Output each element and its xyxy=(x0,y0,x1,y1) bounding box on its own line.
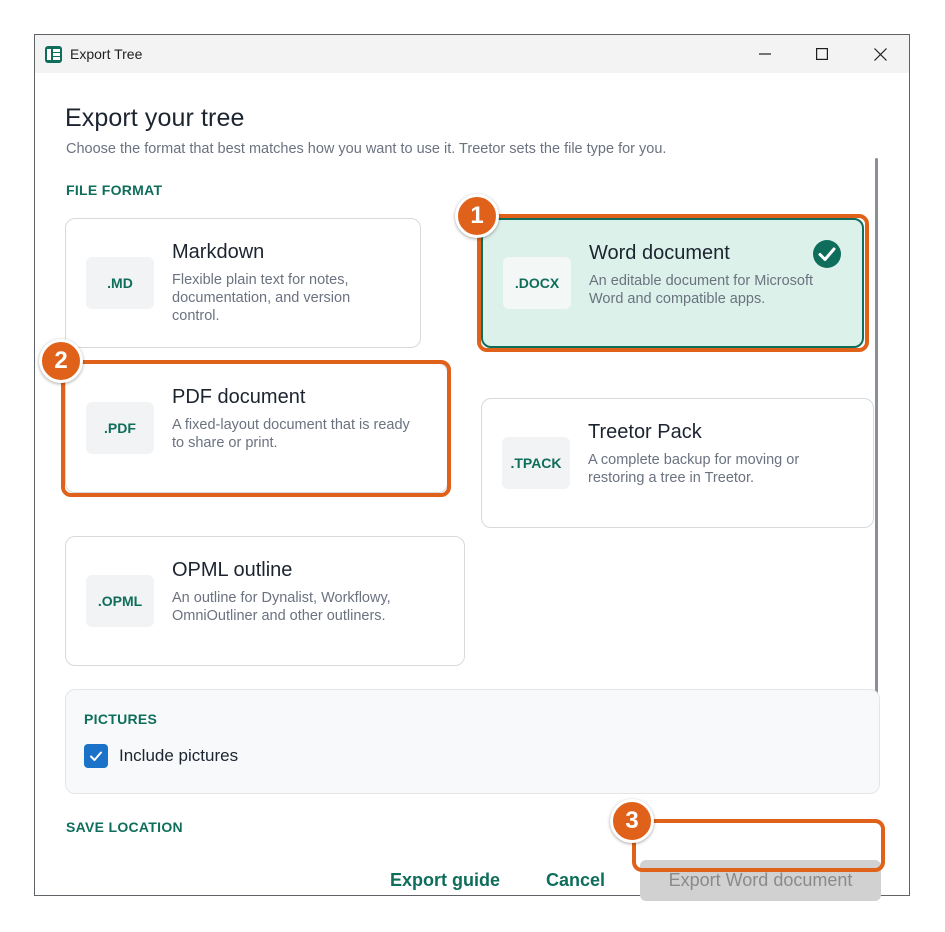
step-badge-1: 1 xyxy=(455,194,499,238)
format-description: Flexible plain text for notes, documenta… xyxy=(172,272,351,324)
maximize-button[interactable] xyxy=(799,35,845,73)
format-extension: .MD xyxy=(86,257,154,309)
step-badge-2: 2 xyxy=(39,339,83,383)
format-card-treetor-pack[interactable]: .TPACK Treetor Pack A complete backup fo… xyxy=(481,398,874,528)
page-subtitle: Choose the format that best matches how … xyxy=(66,141,667,157)
format-card-opml[interactable]: .OPML OPML outline An outline for Dynali… xyxy=(65,536,465,666)
pictures-label: PICTURES xyxy=(84,711,158,727)
format-card-markdown[interactable]: .MD Markdown Flexible plain text for not… xyxy=(65,218,421,348)
format-extension: .TPACK xyxy=(502,437,570,489)
page-title: Export your tree xyxy=(65,104,245,132)
minimize-button[interactable] xyxy=(742,35,788,73)
checkmark-icon xyxy=(90,751,102,761)
highlight-pdf-card xyxy=(61,360,451,497)
close-button[interactable] xyxy=(857,35,903,73)
format-description: A complete backup for moving or restorin… xyxy=(588,452,800,486)
pictures-section: PICTURES Include pictures xyxy=(65,689,880,794)
app-logo-icon xyxy=(45,46,62,63)
file-format-label: FILE FORMAT xyxy=(66,182,163,198)
maximize-icon xyxy=(816,48,828,60)
include-pictures-label[interactable]: Include pictures xyxy=(119,746,238,766)
close-icon xyxy=(873,47,887,61)
cancel-button[interactable]: Cancel xyxy=(546,870,605,891)
save-location-label: SAVE LOCATION xyxy=(66,819,183,835)
highlight-word-card xyxy=(477,214,869,352)
scrollbar[interactable] xyxy=(875,158,878,768)
highlight-export-button xyxy=(632,819,885,872)
step-badge-3: 3 xyxy=(610,799,654,843)
export-guide-button[interactable]: Export guide xyxy=(390,870,500,891)
format-extension: .OPML xyxy=(86,575,154,627)
format-title: Treetor Pack xyxy=(588,421,702,443)
title-bar[interactable]: Export Tree xyxy=(35,35,909,73)
format-title: Markdown xyxy=(172,241,265,263)
format-description: An outline for Dynalist, Workflowy, Omni… xyxy=(172,590,391,624)
window-title: Export Tree xyxy=(70,46,143,62)
format-title: OPML outline xyxy=(172,559,293,581)
minimize-icon xyxy=(759,53,771,55)
include-pictures-checkbox[interactable] xyxy=(84,744,108,768)
